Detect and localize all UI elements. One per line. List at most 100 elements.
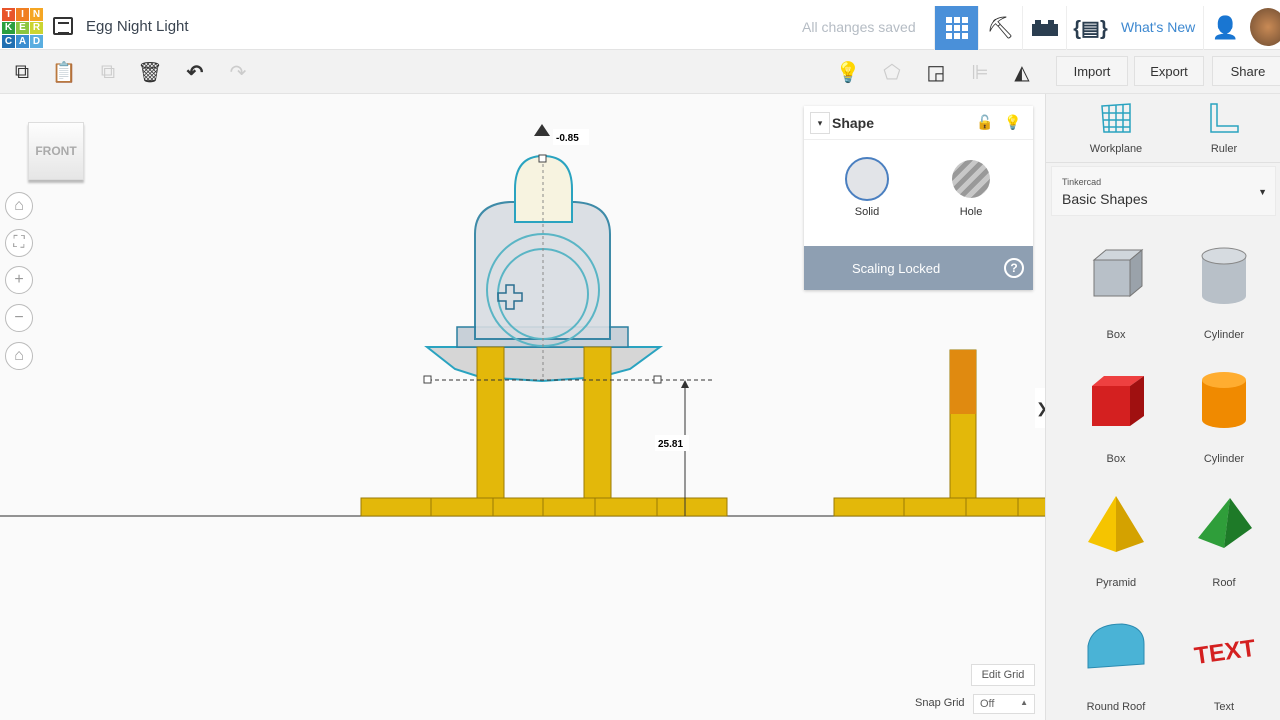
box-icon — [1092, 376, 1144, 426]
tinkercad-logo[interactable]: TIN KER CAD — [2, 8, 43, 48]
workplane-icon — [1101, 103, 1131, 133]
paste-button[interactable]: 📋 — [50, 58, 78, 86]
brick-icon — [1031, 20, 1058, 36]
lightbulb-icon[interactable]: 💡 — [1004, 114, 1021, 131]
duplicate-icon: ⧉ — [100, 60, 116, 83]
align-icon: ⊫ — [971, 61, 989, 84]
solid-option[interactable] — [845, 157, 889, 201]
delete-button[interactable]: 🗑 — [136, 58, 164, 86]
logo-letter: A — [16, 35, 29, 48]
shape-label: Cylinder — [1203, 453, 1245, 465]
text-icon: TEXT — [1193, 635, 1258, 670]
hole-label: Hole — [959, 206, 983, 218]
logo-letter: C — [2, 35, 15, 48]
note-button[interactable]: ⬠ — [878, 58, 906, 86]
shape-inspector: ▾ Shape 🔓 💡 Solid Hole Scaling Locked ? — [804, 106, 1033, 290]
avatar[interactable] — [1250, 8, 1280, 46]
collapse-button[interactable]: ▾ — [810, 112, 830, 134]
copy-button[interactable]: ⧉ — [8, 58, 36, 86]
redo-button[interactable]: ↷ — [224, 58, 252, 86]
light-button[interactable]: 💡 — [834, 58, 862, 86]
undo-button[interactable]: ↶ — [181, 58, 209, 86]
snap-grid-select[interactable]: Off ▲ — [973, 694, 1035, 714]
design-list-icon[interactable] — [53, 17, 73, 35]
dropdown-arrow-icon: ▼ — [1258, 187, 1267, 197]
shape-roof[interactable]: Roof — [1174, 492, 1274, 589]
shape-label: Text — [1213, 701, 1235, 713]
resize-handle[interactable] — [653, 375, 662, 384]
group-icon: ◲ — [926, 61, 946, 84]
group-button[interactable]: ◲ — [922, 58, 950, 86]
note-icon: ⬠ — [883, 61, 901, 84]
unlock-icon[interactable]: 🔓 — [976, 114, 993, 131]
pickaxe-button[interactable]: ⛏ — [978, 6, 1022, 50]
import-button[interactable]: Import — [1056, 56, 1128, 86]
save-status: All changes saved — [802, 19, 916, 35]
shape-label: Roof — [1212, 577, 1236, 589]
logo-letter: T — [2, 8, 15, 21]
logo-letter: K — [2, 21, 15, 35]
svg-text:TEXT: TEXT — [1193, 635, 1258, 670]
shape-cylinder[interactable]: Cylinder — [1174, 368, 1274, 465]
undo-icon: ↶ — [186, 61, 204, 84]
logo-letter: D — [30, 35, 43, 48]
shape-pyramid[interactable]: Pyramid — [1066, 492, 1166, 589]
whats-new-link[interactable]: What's New — [1121, 19, 1195, 35]
share-button[interactable]: Share — [1212, 56, 1280, 86]
add-user-icon: 👤 — [1211, 15, 1240, 40]
shape-label: Cylinder — [1203, 329, 1245, 341]
shape-library-select[interactable]: Tinkercad Basic Shapes ▼ — [1051, 166, 1276, 216]
align-button[interactable]: ⊫ — [966, 58, 994, 86]
shape-box[interactable]: Box — [1066, 244, 1166, 341]
duplicate-button[interactable]: ⧉ — [94, 58, 122, 86]
cylinder-icon — [1202, 372, 1246, 428]
export-button[interactable]: Export — [1134, 56, 1204, 86]
round-roof-icon — [1087, 623, 1145, 669]
invite-user-button[interactable]: 👤 — [1203, 6, 1247, 50]
height-measurement[interactable]: 25.81 — [658, 439, 683, 450]
bricks-button[interactable] — [1022, 6, 1066, 50]
shape-round-roof[interactable]: Round Roof — [1066, 616, 1166, 713]
workplane-button[interactable]: Workplane — [1066, 102, 1166, 155]
lift-arrow-icon[interactable] — [534, 124, 550, 136]
hole-option[interactable] — [952, 160, 990, 198]
logo-letter: R — [30, 21, 43, 35]
design-title[interactable]: Egg Night Light — [86, 18, 189, 35]
shape-label: Box — [1106, 329, 1126, 341]
box-icon — [1092, 248, 1144, 298]
codeblocks-button[interactable]: {▤} — [1066, 6, 1114, 50]
shapes-panel: Workplane Ruler Tinkercad Basic Shapes ▼… — [1045, 94, 1280, 720]
inspector-title: Shape — [832, 115, 875, 131]
orange-part[interactable] — [950, 350, 976, 414]
ruler-button[interactable]: Ruler — [1174, 102, 1274, 155]
shape-cylinder[interactable]: Cylinder — [1174, 244, 1274, 341]
scaling-locked-bar: Scaling Locked — [804, 246, 1033, 290]
shape-text[interactable]: TEXT Text — [1174, 616, 1274, 713]
roof-icon — [1198, 498, 1252, 548]
shape-label: Box — [1106, 453, 1126, 465]
redo-icon: ↷ — [229, 61, 247, 84]
top-bar: TIN KER CAD Egg Night Light All changes sa… — [0, 0, 1280, 50]
paste-icon: 📋 — [51, 61, 77, 84]
grid-view-button[interactable] — [934, 6, 978, 50]
resize-handle[interactable] — [423, 375, 432, 384]
edit-grid-button[interactable]: Edit Grid — [971, 664, 1035, 686]
ruler-icon — [1210, 103, 1239, 133]
mirror-icon: ◭ — [1014, 61, 1030, 84]
logo-letter: N — [30, 8, 43, 21]
trash-icon: 🗑 — [137, 61, 163, 84]
shape-box[interactable]: Box — [1066, 368, 1166, 465]
shape-label: Pyramid — [1095, 577, 1137, 589]
mirror-button[interactable]: ◭ — [1008, 58, 1036, 86]
snap-grid-label: Snap Grid — [915, 697, 965, 709]
edit-toolbar: ⧉ 📋 ⧉ 🗑 ↶ ↷ 💡 ⬠ ◲ ⊫ ◭ Import Export Shar… — [0, 50, 1280, 94]
pyramid-icon — [1088, 496, 1144, 552]
codeblocks-icon: {▤} — [1073, 17, 1108, 40]
help-icon[interactable]: ? — [1004, 258, 1024, 278]
shape-label: Round Roof — [1086, 701, 1146, 713]
resize-handle[interactable] — [538, 154, 547, 163]
grid-view-icon — [945, 17, 968, 39]
scaling-label: Scaling Locked — [852, 260, 941, 276]
selected-model[interactable] — [424, 154, 664, 383]
top-measurement[interactable]: -0.85 — [556, 133, 579, 144]
